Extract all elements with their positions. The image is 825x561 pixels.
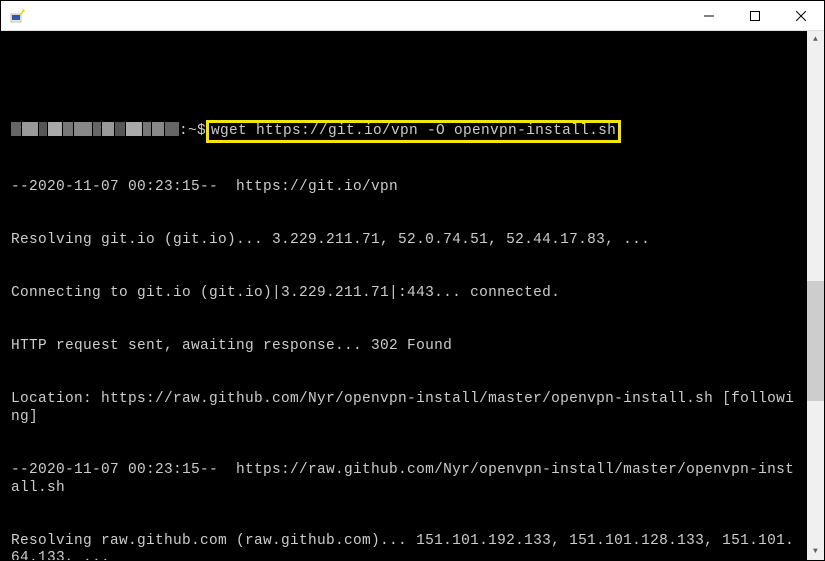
output-line: Location: https://raw.github.com/Nyr/ope… [11,391,797,426]
scrollbar-thumb[interactable] [807,281,824,401]
window-titlebar [1,1,824,31]
titlebar-left [1,8,31,24]
output-line: Resolving git.io (git.io)... 3.229.211.7… [11,232,797,250]
highlighted-command: wget https://git.io/vpn -O openvpn-insta… [206,120,621,144]
prompt-user-host-redacted [11,121,179,143]
window-controls [686,1,824,30]
terminal-content: :~$ wget https://git.io/vpn -O openvpn-i… [11,84,797,560]
prompt-suffix: :~$ [179,123,206,141]
terminal-area[interactable]: :~$ wget https://git.io/vpn -O openvpn-i… [1,31,824,560]
prompt-line: :~$ wget https://git.io/vpn -O openvpn-i… [11,120,797,144]
maximize-button[interactable] [732,1,778,30]
putty-icon [9,8,25,24]
scrollbar-down-arrow-icon[interactable]: ▼ [807,543,824,560]
output-line: --2020-11-07 00:23:15-- https://git.io/v… [11,179,797,197]
output-line: HTTP request sent, awaiting response... … [11,338,797,356]
minimize-button[interactable] [686,1,732,30]
command-text: wget https://git.io/vpn -O openvpn-insta… [211,123,616,139]
output-line: Resolving raw.github.com (raw.github.com… [11,533,797,560]
close-button[interactable] [778,1,824,30]
scrollbar-up-arrow-icon[interactable]: ▲ [807,31,824,48]
output-line: Connecting to git.io (git.io)|3.229.211.… [11,285,797,303]
output-line: --2020-11-07 00:23:15-- https://raw.gith… [11,462,797,497]
scrollbar-track[interactable]: ▲ ▼ [807,31,824,560]
